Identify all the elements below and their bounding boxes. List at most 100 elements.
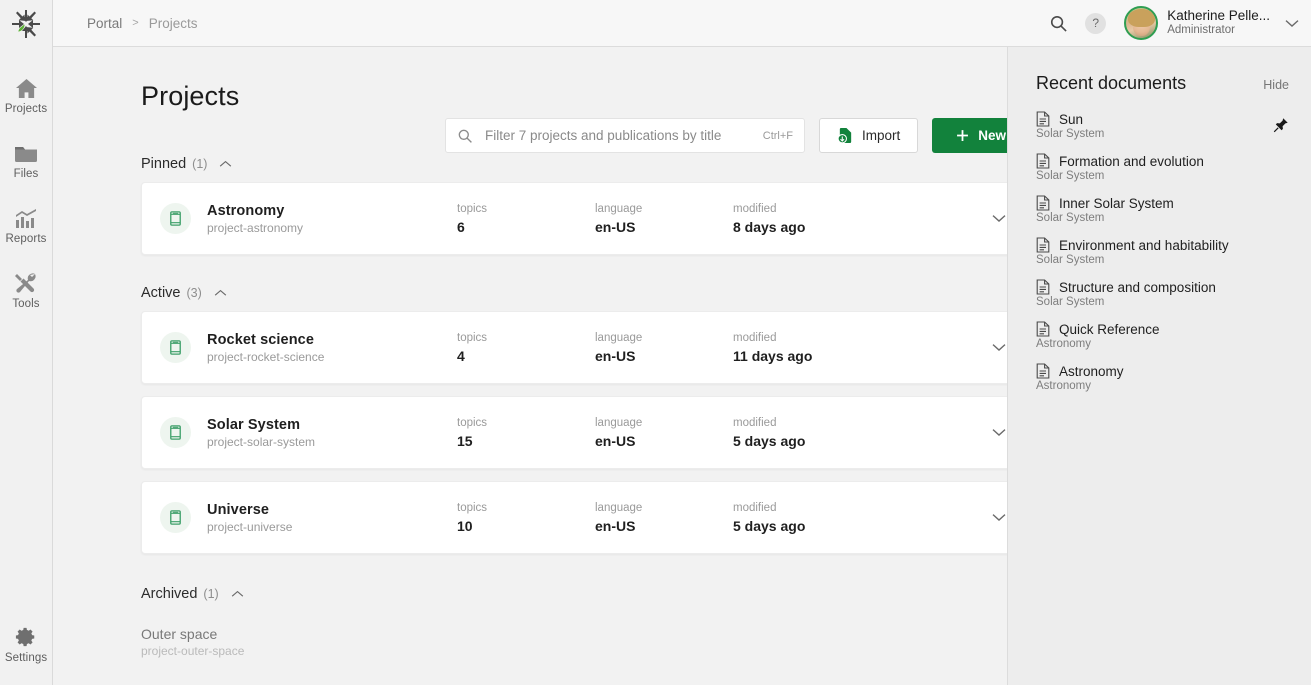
- language-value: en-US: [595, 219, 733, 235]
- project-slug: project-astronomy: [207, 221, 457, 235]
- pin-icon[interactable]: [1273, 117, 1289, 133]
- sidebar-item-tools[interactable]: Tools: [0, 258, 52, 323]
- language-value: en-US: [595, 433, 733, 449]
- bar-chart-icon: [14, 206, 38, 230]
- topics-value: 4: [457, 348, 595, 364]
- archived-section-header[interactable]: Archived (1): [141, 586, 1007, 602]
- recent-documents-panel: Recent documents Hide SunSolar System For…: [1007, 47, 1311, 685]
- document-line: Formation and evolution: [1036, 153, 1289, 169]
- document-line: Structure and composition: [1036, 279, 1289, 295]
- help-icon[interactable]: ?: [1085, 13, 1106, 34]
- recent-document-item[interactable]: Formation and evolutionSolar System: [1036, 153, 1289, 182]
- modified-value: 11 days ago: [733, 348, 923, 364]
- section-name: Active: [141, 285, 181, 301]
- chevron-up-icon[interactable]: [219, 160, 232, 168]
- project-slug: project-solar-system: [207, 435, 457, 449]
- project-card-list: Astronomyproject-astronomytopics6languag…: [141, 182, 1007, 255]
- modified-value: 5 days ago: [733, 433, 923, 449]
- recent-documents-title: Recent documents: [1036, 73, 1186, 94]
- tools-icon: [14, 271, 38, 295]
- project-title: Universe: [207, 502, 457, 518]
- chevron-down-icon[interactable]: [1285, 19, 1299, 28]
- chevron-down-icon[interactable]: [992, 214, 1007, 223]
- breadcrumb-projects[interactable]: Projects: [149, 16, 198, 31]
- folder-icon: [14, 141, 38, 165]
- recent-document-item[interactable]: Quick ReferenceAstronomy: [1036, 321, 1289, 350]
- breadcrumb: Portal > Projects: [87, 16, 198, 31]
- search-input[interactable]: [485, 128, 751, 143]
- project-identity: Astronomyproject-astronomy: [207, 203, 457, 235]
- project-topics: topics6: [457, 203, 595, 235]
- document-icon: [1036, 279, 1050, 295]
- topics-value: 15: [457, 433, 595, 449]
- project-card[interactable]: Astronomyproject-astronomytopics6languag…: [141, 182, 1007, 255]
- project-section: Pinned(1) Astronomyproject-astronomytopic…: [141, 156, 1007, 255]
- recent-document-item[interactable]: SunSolar System: [1036, 111, 1289, 140]
- document-name: Structure and composition: [1059, 280, 1216, 295]
- language-label: language: [595, 203, 733, 215]
- project-topics: topics15: [457, 417, 595, 449]
- document-name: Inner Solar System: [1059, 196, 1174, 211]
- search-icon[interactable]: [1045, 10, 1071, 36]
- recent-document-item[interactable]: Structure and compositionSolar System: [1036, 279, 1289, 308]
- hide-panel-button[interactable]: Hide: [1263, 78, 1289, 92]
- breadcrumb-portal[interactable]: Portal: [87, 16, 122, 31]
- chevron-down-icon[interactable]: [992, 343, 1007, 352]
- project-language: languageen-US: [595, 417, 733, 449]
- new-button-label: New: [978, 128, 1006, 143]
- archived-project-row[interactable]: Outer space project-outer-space: [141, 612, 1007, 658]
- section-header-pinned[interactable]: Pinned(1): [141, 156, 1007, 172]
- projects-content: Projects Ctrl+F: [53, 47, 1007, 685]
- document-project: Solar System: [1036, 128, 1289, 140]
- archived-section: Archived (1) Outer space project-outer-s…: [141, 586, 1007, 658]
- home-icon: [15, 76, 38, 100]
- document-icon: [1036, 321, 1050, 337]
- project-card[interactable]: Solar System project-solar-systemtopics15…: [141, 396, 1007, 469]
- recent-document-item[interactable]: Inner Solar SystemSolar System: [1036, 195, 1289, 224]
- project-topics: topics4: [457, 332, 595, 364]
- modified-label: modified: [733, 502, 923, 514]
- page-title: Projects: [141, 81, 1007, 112]
- archived-project-title: Outer space: [141, 626, 1007, 642]
- gear-icon: [15, 625, 37, 649]
- user-text: Katherine Pelle... Administrator: [1167, 8, 1270, 38]
- project-slug: project-rocket-science: [207, 350, 457, 364]
- document-project: Solar System: [1036, 212, 1289, 224]
- archived-section-count: (1): [203, 587, 218, 601]
- modified-value: 5 days ago: [733, 518, 923, 534]
- import-button[interactable]: Import: [819, 118, 918, 153]
- document-line: Inner Solar System: [1036, 195, 1289, 211]
- project-title: Solar System: [207, 417, 457, 433]
- project-identity: Rocket science project-rocket-science: [207, 332, 457, 364]
- project-card[interactable]: Universeproject-universetopics10language…: [141, 481, 1007, 554]
- sidebar-item-settings[interactable]: Settings: [0, 612, 52, 677]
- sidebar-item-projects[interactable]: Projects: [0, 63, 52, 128]
- project-card[interactable]: Rocket science project-rocket-sciencetopi…: [141, 311, 1007, 384]
- chevron-down-icon[interactable]: [992, 428, 1007, 437]
- recent-document-item[interactable]: AstronomyAstronomy: [1036, 363, 1289, 392]
- chevron-down-icon[interactable]: [992, 513, 1007, 522]
- recent-document-item[interactable]: Environment and habitabilitySolar System: [1036, 237, 1289, 266]
- chevron-up-icon[interactable]: [214, 289, 227, 297]
- project-title: Rocket science: [207, 332, 457, 348]
- new-button[interactable]: New: [932, 118, 1007, 153]
- document-name: Quick Reference: [1059, 322, 1160, 337]
- sidebar-item-reports[interactable]: Reports: [0, 193, 52, 258]
- topics-label: topics: [457, 203, 595, 215]
- import-button-label: Import: [862, 128, 900, 143]
- app-logo[interactable]: [0, 0, 53, 47]
- search-icon: [457, 128, 473, 144]
- sidebar-item-files[interactable]: Files: [0, 128, 52, 193]
- archived-section-name: Archived: [141, 586, 197, 602]
- chevron-up-icon[interactable]: [231, 590, 244, 598]
- filter-search-box[interactable]: Ctrl+F: [445, 118, 805, 153]
- section-header-active[interactable]: Active (3): [141, 285, 1007, 301]
- recent-documents-list: SunSolar SystemFormation and evolutionSo…: [1036, 111, 1289, 392]
- user-menu[interactable]: Katherine Pelle... Administrator: [1120, 6, 1299, 40]
- document-name: Astronomy: [1059, 364, 1124, 379]
- section-count: (1): [192, 157, 207, 171]
- search-shortcut-hint: Ctrl+F: [763, 130, 793, 142]
- section-count: (3): [187, 286, 202, 300]
- top-bar-actions: ? Katherine Pelle... Administrator: [1045, 6, 1299, 40]
- document-line: Astronomy: [1036, 363, 1289, 379]
